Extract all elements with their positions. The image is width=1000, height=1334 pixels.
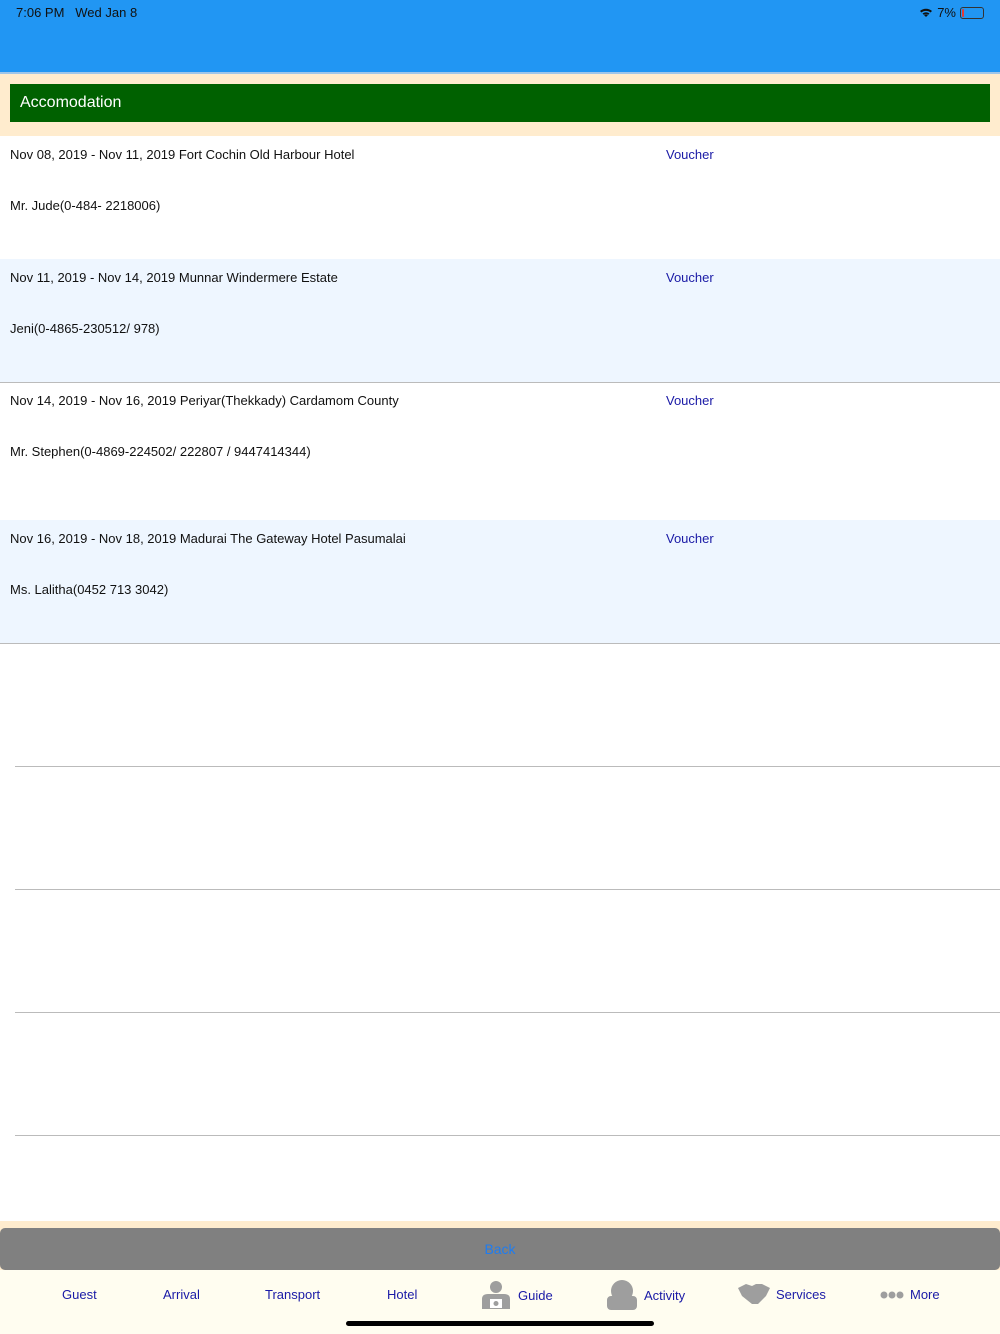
stay-details: Nov 08, 2019 - Nov 11, 2019 Fort Cochin … [10,147,355,162]
stay-details: Nov 16, 2019 - Nov 18, 2019 Madurai The … [10,531,406,546]
tab-arrival[interactable]: Arrival [163,1287,200,1302]
page-title: Accomodation [10,84,990,122]
tab-label: Activity [644,1287,686,1303]
tab-label: More [910,1287,940,1302]
list-item: Nov 08, 2019 - Nov 11, 2019 Fort Cochin … [0,136,1000,260]
tab-guide[interactable]: Guide [480,1281,553,1309]
battery-percent: 7% [937,5,956,20]
divider [15,1135,1000,1136]
list-item: Nov 16, 2019 - Nov 18, 2019 Madurai The … [0,520,1000,644]
more-dots-icon [880,1291,904,1298]
voucher-link[interactable]: Voucher [666,147,714,162]
contact: Ms. Lalitha(0452 713 3042) [10,582,169,597]
tab-label: Guide [518,1287,553,1303]
tab-guest[interactable]: Guest [62,1287,97,1302]
tab-hotel[interactable]: Hotel [387,1287,417,1302]
handshake-icon [738,1284,770,1304]
tab-label: Transport [265,1287,321,1302]
guide-camera-icon [482,1281,510,1309]
tab-label: Arrival [163,1287,200,1302]
tab-label: Hotel [387,1287,418,1302]
section-header-wrap: Accomodation [0,72,1000,136]
list-item: Nov 14, 2019 - Nov 16, 2019 Periyar(Thek… [0,382,1000,521]
top-bar: 7:06 PM Wed Jan 8 7% [0,0,1000,72]
tab-label: Guest [62,1287,97,1302]
voucher-link[interactable]: Voucher [666,393,714,408]
list-item: Nov 11, 2019 - Nov 14, 2019 Munnar Winde… [0,259,1000,383]
wifi-icon [920,8,933,17]
stay-details: Nov 14, 2019 - Nov 16, 2019 Periyar(Thek… [10,393,399,408]
contact: Mr. Stephen(0-4869-224502/ 222807 / 9447… [10,444,311,459]
tab-services[interactable]: Services [738,1282,826,1306]
tab-transport[interactable]: Transport [265,1287,320,1302]
back-bar: Back [0,1221,1000,1270]
stay-details: Nov 11, 2019 - Nov 14, 2019 Munnar Winde… [10,270,338,285]
status-indicators: 7% [919,5,984,20]
divider [15,1012,1000,1013]
voucher-link[interactable]: Voucher [666,531,714,546]
divider [15,889,1000,890]
tab-label: Services [776,1286,826,1302]
voucher-link[interactable]: Voucher [666,270,714,285]
home-indicator [346,1321,654,1326]
divider [15,766,1000,767]
battery-icon [960,6,984,19]
status-time: 7:06 PM Wed Jan 8 [16,5,138,20]
tab-activity[interactable]: Activity [606,1280,685,1310]
person-icon [607,1280,637,1310]
contact: Mr. Jude(0-484- 2218006) [10,198,161,213]
contact: Jeni(0-4865-230512/ 978) [10,321,160,336]
tab-more[interactable]: More [880,1287,940,1302]
back-button[interactable]: Back [0,1228,1000,1270]
